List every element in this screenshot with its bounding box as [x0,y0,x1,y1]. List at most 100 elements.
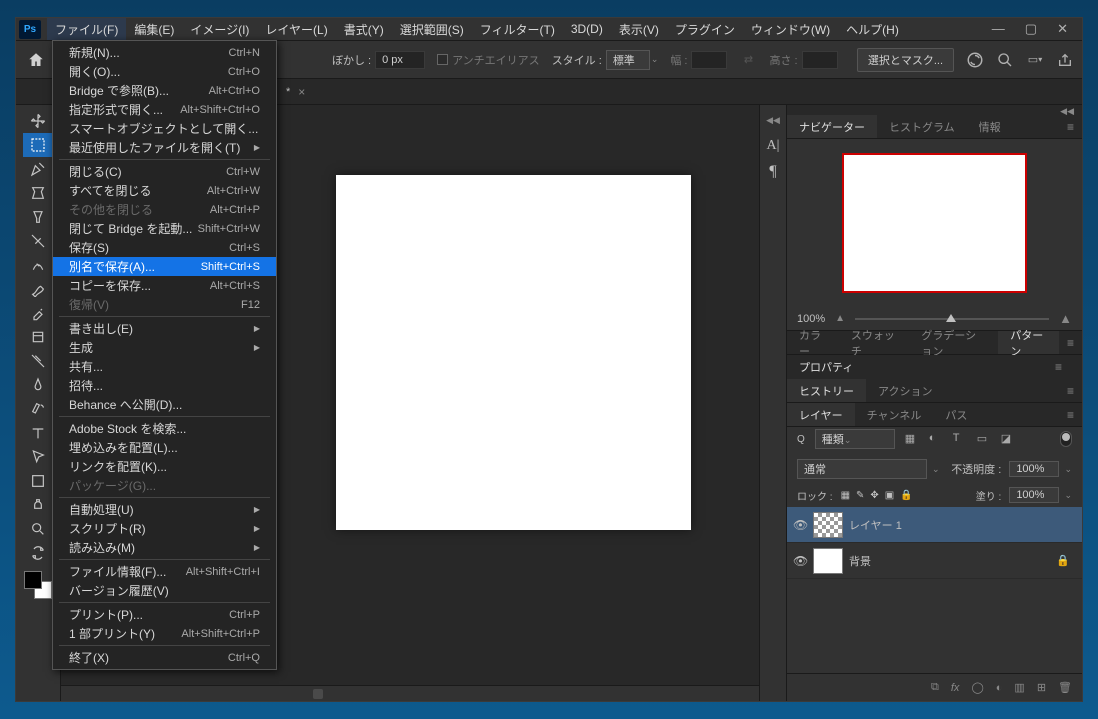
menu-item-スマートオブジェクトとして開く[interactable]: スマートオブジェクトとして開く... [53,119,276,138]
menu-item-保存[interactable]: 保存(S)Ctrl+S [53,238,276,257]
menu-表示[interactable]: 表示(V) [611,18,667,40]
menu-item-adobe stock を検索[interactable]: Adobe Stock を検索... [53,419,276,438]
tab-histogram[interactable]: ヒストグラム [877,115,967,138]
link-layers-icon[interactable]: ⧉ [931,681,939,694]
menu-item-behance へ公開[interactable]: Behance へ公開(D)... [53,395,276,414]
new-layer-icon[interactable]: ⊞ [1037,681,1046,694]
layer-name[interactable]: レイヤー 1 [849,517,902,533]
edit-toolbar-tool[interactable] [23,541,53,565]
tab-color[interactable]: カラー [787,331,839,354]
panel-menu-icon[interactable]: ≡ [1059,120,1082,134]
menu-編集[interactable]: 編集(E) [126,18,182,40]
brush-tool[interactable] [23,301,53,325]
menu-item-招待[interactable]: 招待... [53,376,276,395]
tab-info[interactable]: 情報 [967,115,1013,138]
paragraph-panel-icon[interactable]: ¶ [763,162,783,182]
menu-item-ファイル情報[interactable]: ファイル情報(F)...Alt+Shift+Ctrl+I [53,562,276,581]
eraser-tool[interactable] [23,349,53,373]
fx-icon[interactable]: fx [951,682,960,694]
lock-all-icon[interactable]: 🔒 [900,490,912,501]
window-close-button[interactable]: ✕ [1057,21,1068,37]
layer-name[interactable]: 背景 [849,553,871,569]
menu-item-最近使用したファイルを開く[interactable]: 最近使用したファイルを開く(T) [53,138,276,157]
menu-ヘルプ[interactable]: ヘルプ(H) [838,18,907,40]
frame-tool[interactable] [23,229,53,253]
lock-position-icon[interactable]: ✥ [870,490,878,501]
marquee-tool[interactable] [23,133,53,157]
menu-item-bridge で参照[interactable]: Bridge で参照(B)...Alt+Ctrl+O [53,81,276,100]
menu-item-自動処理[interactable]: 自動処理(U) [53,500,276,519]
tab-swatches[interactable]: スウォッチ [839,331,909,354]
swap-wh-icon[interactable]: ⇄ [739,51,757,69]
adjustment-icon[interactable]: ◐ [996,682,1003,694]
visibility-icon[interactable]: 👁 [793,554,807,568]
menu-プラグイン[interactable]: プラグイン [667,18,743,40]
window-maximize-button[interactable]: ▢ [1025,21,1037,37]
menu-フィルター[interactable]: フィルター(T) [472,18,563,40]
menu-item-読み込み[interactable]: 読み込み(M) [53,538,276,557]
menu-item-バージョン履歴[interactable]: バージョン履歴(V) [53,581,276,600]
window-minimize-button[interactable]: — [992,21,1005,37]
collapse-chevron-icon[interactable]: ◀◀ [766,115,780,126]
character-panel-icon[interactable]: A| [763,136,783,156]
canvas-document[interactable] [336,175,691,530]
shape-tool[interactable] [23,469,53,493]
zoom-in-icon[interactable]: ▲ [1059,311,1072,326]
visibility-icon[interactable]: 👁 [793,518,807,532]
layer-filter-select[interactable]: 種類 ⌄ [815,429,895,449]
color-swatch[interactable] [24,571,52,599]
workspace-switcher-icon[interactable]: ▭ ▾ [1026,51,1044,69]
clone-tool[interactable] [23,325,53,349]
lock-transparent-icon[interactable]: ▦ [841,490,850,501]
zoom-tool[interactable] [23,517,53,541]
healing-tool[interactable] [23,277,53,301]
menu-item-別名で保存[interactable]: 別名で保存(A)...Shift+Ctrl+S [53,257,276,276]
delete-layer-icon[interactable]: 🗑 [1058,681,1072,694]
menu-選択範囲[interactable]: 選択範囲(S) [392,18,472,40]
properties-panel-tab[interactable]: プロパティ ≡ [787,355,1082,379]
menu-item-書き出し[interactable]: 書き出し(E) [53,319,276,338]
cloud-sync-icon[interactable] [966,51,984,69]
home-button[interactable] [24,48,48,72]
zoom-slider[interactable] [855,318,1049,320]
close-tab-icon[interactable]: × [298,85,305,99]
type-tool[interactable] [23,421,53,445]
menu-書式[interactable]: 書式(Y) [336,18,392,40]
share-icon[interactable] [1056,51,1074,69]
tab-patterns[interactable]: パターン [998,331,1059,354]
menu-item-リンクを配置[interactable]: リンクを配置(K)... [53,457,276,476]
menu-item-閉じて bridge を起動[interactable]: 閉じて Bridge を起動...Shift+Ctrl+W [53,219,276,238]
filter-type-icon[interactable]: T [953,432,967,446]
select-and-mask-button[interactable]: 選択とマスク... [857,48,954,72]
tab-actions[interactable]: アクション [866,379,944,402]
menu-3d[interactable]: 3D(D) [563,18,611,40]
menu-item-共有[interactable]: 共有... [53,357,276,376]
filter-pixel-icon[interactable]: ▦ [905,432,919,446]
filter-adjust-icon[interactable]: ◐ [929,432,943,446]
antialias-checkbox[interactable]: アンチエイリアス [437,52,540,68]
menu-レイヤー[interactable]: レイヤー(L) [257,18,335,40]
layer-thumbnail[interactable] [813,548,843,574]
quick-select-tool[interactable] [23,181,53,205]
menu-item-新規[interactable]: 新規(N)...Ctrl+N [53,43,276,62]
zoom-out-icon[interactable]: ▲ [835,313,845,324]
menu-item-埋め込みを配置[interactable]: 埋め込みを配置(L)... [53,438,276,457]
group-icon[interactable]: ▥ [1014,681,1024,694]
tab-gradients[interactable]: グラデーション [909,331,998,354]
menu-item-スクリプト[interactable]: スクリプト(R) [53,519,276,538]
fill-input[interactable]: 100% [1009,487,1059,503]
menu-item-すべてを閉じる[interactable]: すべてを閉じるAlt+Ctrl+W [53,181,276,200]
menu-item-コピーを保存[interactable]: コピーを保存...Alt+Ctrl+S [53,276,276,295]
tab-navigator[interactable]: ナビゲーター [787,115,877,138]
hand-tool[interactable] [23,493,53,517]
panel-menu-icon[interactable]: ≡ [1059,336,1082,350]
tab-channels[interactable]: チャンネル [855,403,934,426]
tab-layers[interactable]: レイヤー [787,403,855,426]
panel-menu-icon[interactable]: ≡ [1059,408,1082,422]
gradient-tool[interactable] [23,373,53,397]
blend-mode-select[interactable]: 通常 [797,459,927,479]
eyedropper-tool[interactable] [23,253,53,277]
menu-item-開く[interactable]: 開く(O)...Ctrl+O [53,62,276,81]
search-icon[interactable] [996,51,1014,69]
menu-item-プリント[interactable]: プリント(P)...Ctrl+P [53,605,276,624]
